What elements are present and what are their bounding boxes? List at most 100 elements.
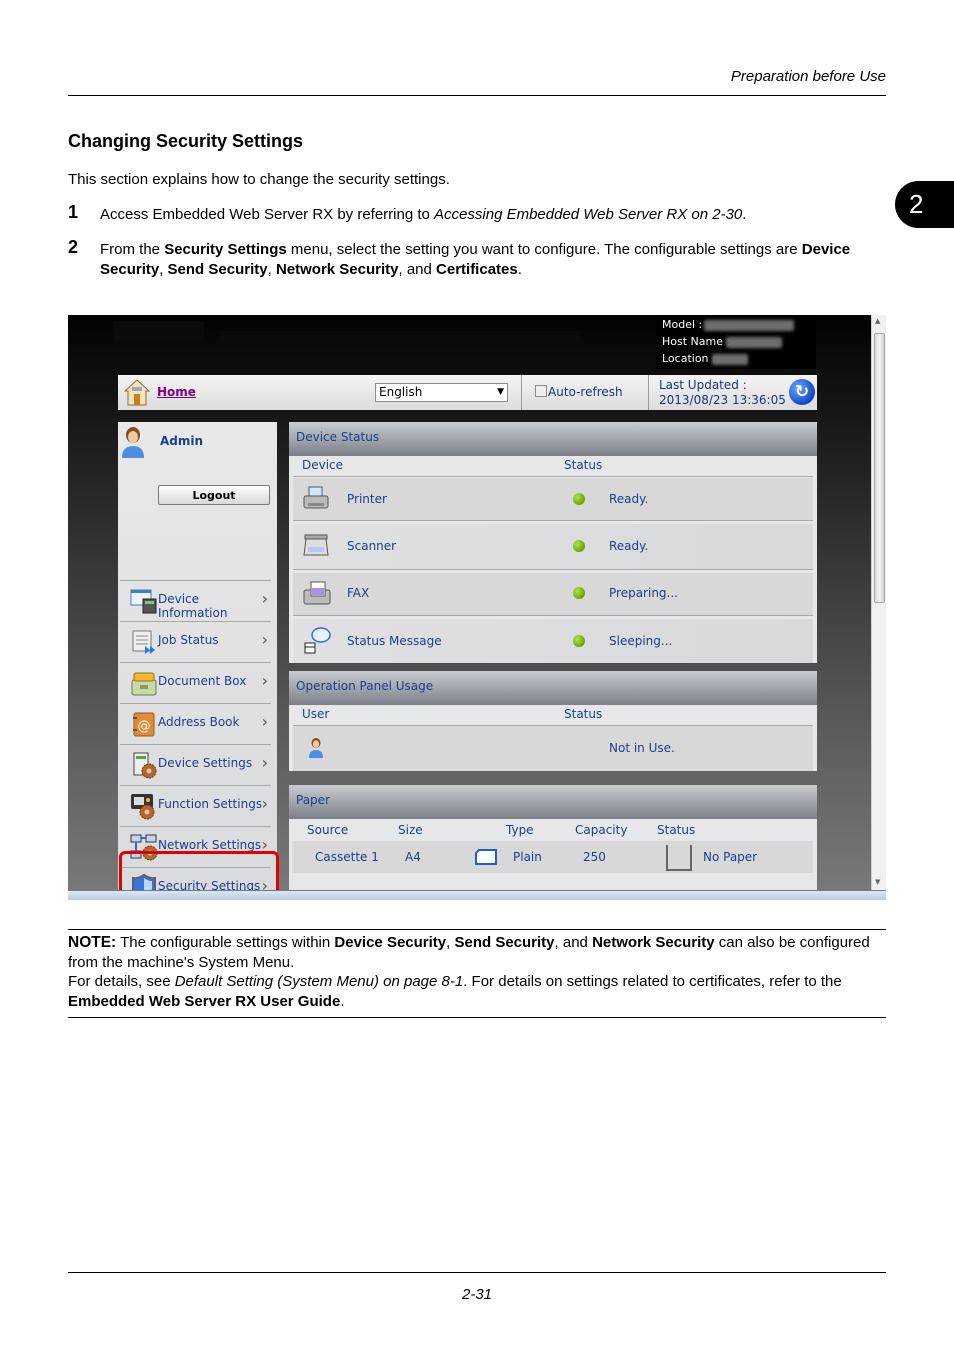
step-number: 1 xyxy=(68,202,79,222)
chevron-right-icon: › xyxy=(261,589,268,608)
separator: , and xyxy=(398,261,437,278)
sidebar-item-label: Function Settings xyxy=(158,797,263,811)
device-name: Scanner xyxy=(347,539,397,553)
chevron-right-icon: › xyxy=(261,753,268,772)
last-updated-value: 2013/08/23 13:36:05 xyxy=(659,393,786,407)
sidebar-item-label: Address Book xyxy=(158,715,240,729)
logout-button[interactable]: Logout xyxy=(158,485,270,505)
operation-panel-usage-panel: Operation Panel Usage User Status Not in… xyxy=(289,671,817,771)
step-1: 1 Access Embedded Web Server RX by refer… xyxy=(68,202,886,225)
status-message-icon xyxy=(304,627,331,654)
sidebar-item-function-settings[interactable]: Function Settings › xyxy=(120,785,271,826)
home-link[interactable]: Home xyxy=(157,385,196,399)
step-text: Access Embedded Web Server RX by referri… xyxy=(100,206,435,223)
scroll-down-icon[interactable]: ▼ xyxy=(875,878,880,886)
paper-capacity: 250 xyxy=(583,850,606,864)
auto-refresh-checkbox[interactable]: Auto-refresh xyxy=(535,385,623,399)
paper-type-icon xyxy=(475,849,497,865)
step-text: From the xyxy=(100,241,165,258)
auto-refresh-label: Auto-refresh xyxy=(548,385,623,399)
sidebar-item-address-book[interactable]: @ Address Book › xyxy=(120,703,271,744)
location-value-redacted xyxy=(712,354,748,365)
sidebar-item-device-information[interactable]: Device Information › xyxy=(120,580,271,621)
model-value-redacted xyxy=(704,320,794,331)
column-header-source: Source xyxy=(307,823,349,837)
paper-source: Cassette 1 xyxy=(315,850,379,864)
divider xyxy=(648,375,649,410)
separator: , xyxy=(159,261,168,278)
scrollbar-thumb[interactable] xyxy=(874,333,885,603)
paper-level-icon xyxy=(666,845,692,871)
separator: , xyxy=(267,261,276,278)
sidebar-item-job-status[interactable]: Job Status › xyxy=(120,621,271,662)
sidebar-item-label: Document Box xyxy=(158,674,247,688)
setting-name: Network Security xyxy=(592,934,715,951)
note-text: The configurable settings within xyxy=(116,934,335,951)
device-row: Status Message Sleeping... xyxy=(293,619,813,663)
home-icon[interactable] xyxy=(124,379,150,406)
device-status-panel: Device Status Device Status Printer Read… xyxy=(289,422,817,663)
separator: . xyxy=(517,261,522,278)
refresh-icon[interactable]: ↻ xyxy=(789,379,815,405)
intro-text: This section explains how to change the … xyxy=(68,171,450,188)
column-headers: Source Size Type Capacity Status xyxy=(293,819,813,841)
status-indicator-icon xyxy=(573,587,585,599)
device-status: Sleeping... xyxy=(609,634,673,648)
paper-status: No Paper xyxy=(703,850,758,864)
function-settings-icon xyxy=(131,794,155,820)
user-avatar-icon xyxy=(122,427,144,458)
note-text: For details, see xyxy=(68,973,175,990)
sidebar-item-label: Device Information xyxy=(158,592,228,620)
column-header-type: Type xyxy=(506,823,534,837)
running-header: Preparation before Use xyxy=(730,68,886,85)
setting-name: Send Security xyxy=(167,261,268,278)
svg-text:@: @ xyxy=(138,719,151,734)
device-info: Model : Host Name : Location : xyxy=(656,315,816,369)
column-header-status: Status xyxy=(657,823,696,837)
usage-row: Not in Use. xyxy=(293,726,813,771)
paper-row: Cassette 1 A4 Plain 250 No Paper xyxy=(293,841,813,873)
column-header-device: Device xyxy=(302,458,344,472)
paper-size: A4 xyxy=(405,850,421,864)
device-settings-icon xyxy=(133,752,157,779)
last-updated: Last Updated :2013/08/23 13:36:05 xyxy=(659,378,786,408)
job-status-icon xyxy=(132,630,155,654)
usage-status: Not in Use. xyxy=(609,741,675,755)
checkbox-icon[interactable] xyxy=(535,385,547,397)
device-information-icon xyxy=(130,589,157,614)
step-text: . xyxy=(742,206,747,223)
divider xyxy=(521,375,522,410)
note-text: , and xyxy=(554,934,593,951)
column-header-size: Size xyxy=(398,823,423,837)
printer-icon xyxy=(303,486,329,509)
scroll-up-icon[interactable]: ▲ xyxy=(875,317,880,325)
device-status: Preparing... xyxy=(609,586,678,600)
language-select[interactable]: English ▼ xyxy=(375,383,508,402)
note-box: NOTE: The configurable settings within D… xyxy=(68,929,886,1018)
sidebar-item-document-box[interactable]: Document Box › xyxy=(120,662,271,703)
ews-screenshot: Model : Host Name : Location : Home Engl… xyxy=(68,315,886,900)
footer-rule xyxy=(68,1272,886,1273)
note-label: NOTE: xyxy=(68,934,117,951)
setting-name: Device Security xyxy=(334,934,447,951)
column-header-status: Status xyxy=(564,707,603,721)
vertical-scrollbar[interactable]: ▲ ▼ xyxy=(871,315,886,890)
language-value: English xyxy=(379,385,423,399)
sidebar: Admin Logout Device Information › Job Sta… xyxy=(118,422,277,900)
step-number: 2 xyxy=(68,237,79,257)
location-label: Location : xyxy=(662,352,716,365)
status-indicator-icon xyxy=(573,493,585,505)
device-row: Scanner Ready. xyxy=(293,524,813,570)
top-bar: Home English ▼ Auto-refresh Last Updated … xyxy=(118,375,817,410)
device-status: Ready. xyxy=(609,539,649,553)
sidebar-item-device-settings[interactable]: Device Settings › xyxy=(120,744,271,785)
scanner-icon xyxy=(303,534,329,556)
status-indicator-icon xyxy=(573,635,585,647)
model-label: Model : xyxy=(662,318,703,331)
chevron-right-icon: › xyxy=(261,630,268,649)
document-box-icon xyxy=(131,672,157,696)
menu-name: Security Settings xyxy=(164,241,287,258)
redacted-logo xyxy=(114,321,204,341)
page-number: 2-31 xyxy=(461,1286,493,1303)
note-text: . xyxy=(340,992,345,1010)
